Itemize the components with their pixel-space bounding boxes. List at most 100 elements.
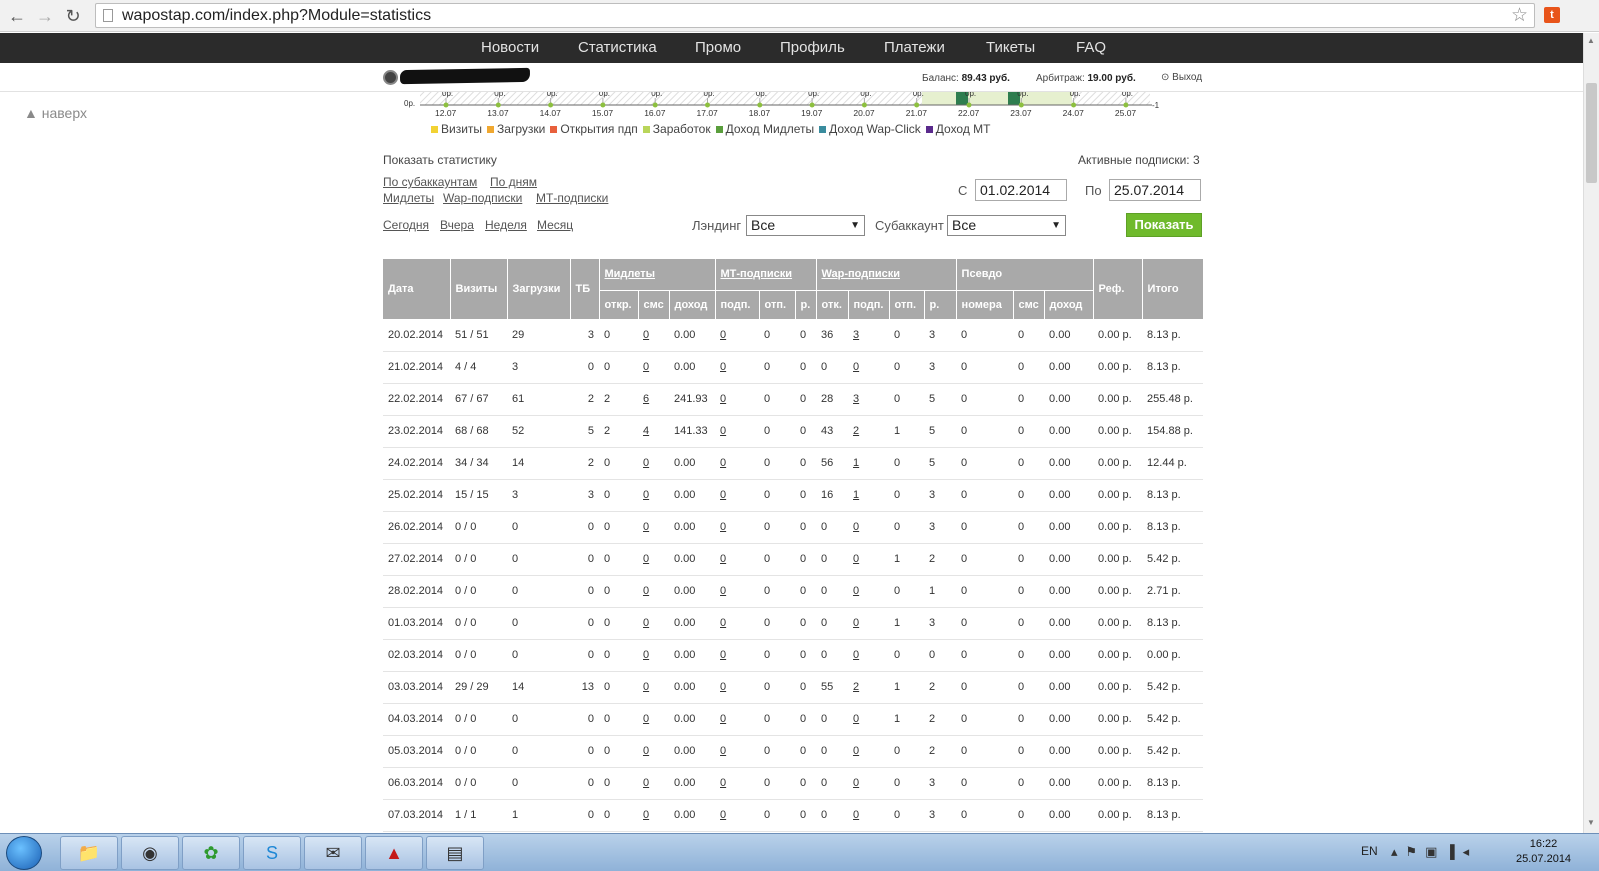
table-cell-link[interactable]: 3	[848, 319, 890, 352]
table-cell-link[interactable]: 0	[848, 767, 890, 800]
table-cell-link[interactable]: 0	[638, 735, 669, 768]
date-from-input[interactable]: 01.02.2014	[975, 179, 1067, 201]
landing-select[interactable]: Все ▼	[746, 215, 865, 236]
table-cell-link[interactable]: 0	[638, 799, 669, 832]
logout-link[interactable]: ⊙ Выход	[1161, 72, 1202, 83]
language-indicator[interactable]: EN	[1361, 844, 1378, 858]
menu-item-tickets[interactable]: Тикеты	[986, 39, 1035, 56]
date-to-input[interactable]: 25.07.2014	[1109, 179, 1201, 201]
period-today[interactable]: Сегодня	[383, 218, 429, 232]
extension-icon[interactable]: t	[1544, 7, 1560, 23]
table-cell-link[interactable]: 0	[848, 639, 890, 672]
table-cell-link[interactable]: 0	[715, 639, 760, 672]
table-cell-link[interactable]: 0	[715, 383, 760, 416]
table-cell-link[interactable]: 0	[638, 351, 669, 384]
clock[interactable]: 16:22 25.07.2014	[1516, 837, 1571, 867]
table-cell-link[interactable]: 4	[638, 415, 669, 448]
table-cell-link[interactable]: 0	[715, 735, 760, 768]
table-cell-link[interactable]: 0	[638, 319, 669, 352]
table-cell-link[interactable]: 0	[848, 575, 890, 608]
reload-icon[interactable]: ↻	[62, 5, 84, 27]
link-by-subaccounts[interactable]: По субаккаунтам	[383, 175, 477, 189]
col-group-wap[interactable]: Wap-подписки	[816, 259, 957, 291]
table-cell-link[interactable]: 2	[848, 415, 890, 448]
menu-item-payments[interactable]: Платежи	[884, 39, 945, 56]
table-cell-link[interactable]: 6	[638, 383, 669, 416]
table-cell-link[interactable]: 0	[715, 799, 760, 832]
scroll-down-icon[interactable]: ▼	[1587, 818, 1595, 827]
menu-item-promo[interactable]: Промо	[695, 39, 741, 56]
subaccount-select[interactable]: Все ▼	[947, 215, 1066, 236]
table-cell-link[interactable]: 0	[715, 319, 760, 352]
table-cell-link[interactable]: 0	[638, 511, 669, 544]
table-cell-link[interactable]: 1	[848, 447, 890, 480]
table-cell: 0.00	[1044, 543, 1094, 576]
table-cell-link[interactable]: 0	[848, 703, 890, 736]
table-cell-link[interactable]: 0	[715, 351, 760, 384]
table-cell-link[interactable]: 0	[715, 607, 760, 640]
back-icon[interactable]: ←	[6, 5, 28, 27]
col-group-midlets[interactable]: Мидлеты	[599, 259, 716, 291]
table-cell-link[interactable]: 0	[638, 479, 669, 512]
table-cell: 21.02.2014	[383, 351, 450, 384]
table-cell-link[interactable]: 3	[848, 383, 890, 416]
table-cell-link[interactable]: 0	[638, 639, 669, 672]
link-by-days[interactable]: По дням	[490, 175, 537, 189]
thunderbird-icon[interactable]: ✉	[304, 836, 362, 870]
acrobat-icon[interactable]: ▲	[365, 836, 423, 870]
table-cell-link[interactable]: 0	[715, 511, 760, 544]
scroll-top-link[interactable]: ▲ наверх	[24, 105, 87, 121]
scroll-up-icon[interactable]: ▲	[1587, 36, 1595, 45]
menu-item-profile[interactable]: Профиль	[780, 39, 845, 56]
link-mt-subscriptions[interactable]: МТ-подписки	[536, 191, 608, 205]
table-cell-link[interactable]: 0	[638, 447, 669, 480]
icq-icon[interactable]: ✿	[182, 836, 240, 870]
table-cell-link[interactable]: 0	[848, 351, 890, 384]
table-cell-link[interactable]: 0	[715, 415, 760, 448]
table-cell-link[interactable]: 0	[638, 575, 669, 608]
link-midlets[interactable]: Мидлеты	[383, 191, 434, 205]
forward-icon[interactable]: →	[34, 5, 56, 27]
table-cell-link[interactable]: 0	[715, 479, 760, 512]
table-cell-link[interactable]: 0	[715, 575, 760, 608]
start-button[interactable]	[6, 836, 42, 870]
notepad-icon[interactable]: ▤	[426, 836, 484, 870]
table-cell-link[interactable]: 1	[848, 479, 890, 512]
table-cell-link[interactable]: 0	[848, 735, 890, 768]
period-week[interactable]: Неделя	[485, 218, 527, 232]
menu-item-faq[interactable]: FAQ	[1076, 39, 1106, 56]
explorer-icon[interactable]: 📁	[60, 836, 118, 870]
legend-label: Доход Wap-Click	[829, 122, 921, 136]
show-button[interactable]: Показать	[1126, 213, 1202, 237]
table-cell-link[interactable]: 2	[848, 671, 890, 704]
chrome-icon[interactable]: ◉	[121, 836, 179, 870]
bookmark-star-icon[interactable]: ☆	[1511, 4, 1528, 27]
table-cell-link[interactable]: 0	[715, 543, 760, 576]
table-cell-link[interactable]: 0	[848, 543, 890, 576]
chart-point-label: 0р.	[442, 92, 453, 98]
table-cell-link[interactable]: 0	[715, 767, 760, 800]
table-cell-link[interactable]: 0	[848, 607, 890, 640]
table-cell-link[interactable]: 0	[715, 671, 760, 704]
table-cell: 0.00	[669, 767, 716, 800]
table-cell-link[interactable]: 0	[715, 703, 760, 736]
chart-point-label: 0р.	[704, 92, 715, 98]
table-cell-link[interactable]: 0	[848, 511, 890, 544]
table-cell-link[interactable]: 0	[638, 703, 669, 736]
table-cell-link[interactable]: 0	[715, 447, 760, 480]
table-cell-link[interactable]: 0	[638, 607, 669, 640]
table-cell-link[interactable]: 0	[638, 767, 669, 800]
col-group-mt[interactable]: МТ-подписки	[715, 259, 817, 291]
table-cell-link[interactable]: 0	[638, 543, 669, 576]
menu-item-statistics[interactable]: Статистика	[578, 39, 657, 56]
scroll-thumb[interactable]	[1586, 83, 1597, 183]
period-month[interactable]: Месяц	[537, 218, 573, 232]
link-wap-subscriptions[interactable]: Wap-подписки	[443, 191, 522, 205]
menu-item-news[interactable]: Новости	[481, 39, 539, 56]
period-yesterday[interactable]: Вчера	[440, 218, 474, 232]
page-scrollbar[interactable]: ▲ ▼	[1583, 33, 1599, 833]
table-cell-link[interactable]: 0	[848, 799, 890, 832]
address-bar[interactable]: wapostap.com/index.php?Module=statistics…	[95, 3, 1535, 28]
skype-icon[interactable]: S	[243, 836, 301, 870]
table-cell-link[interactable]: 0	[638, 671, 669, 704]
